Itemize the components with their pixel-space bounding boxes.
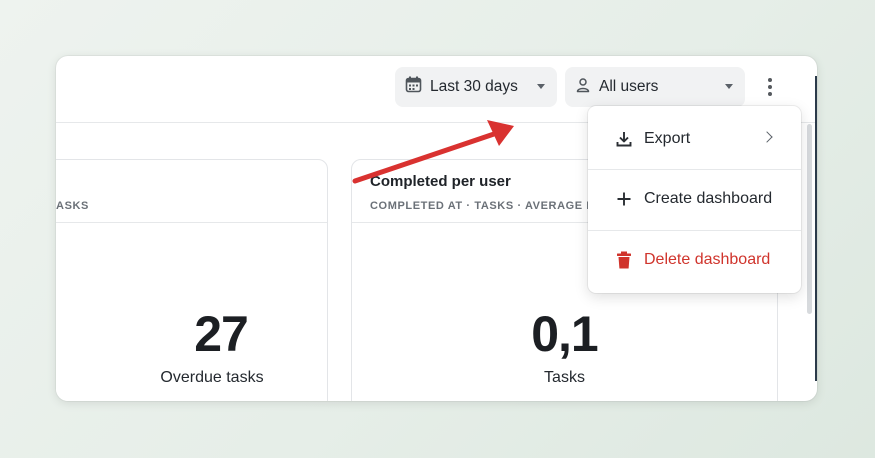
menu-item-label: Create dashboard: [644, 190, 773, 207]
card-subtitle: COMPLETED AT · TASKS · AVERAGE P: [370, 200, 595, 212]
user-icon: [575, 77, 591, 98]
vertical-scrollbar[interactable]: [807, 124, 812, 314]
overdue-tasks-card: ASKS 27 Overdue tasks: [56, 159, 328, 401]
user-filter[interactable]: All users: [565, 67, 745, 107]
calendar-icon: [405, 76, 422, 98]
chevron-down-icon: [725, 84, 733, 89]
metric-value: 27: [194, 306, 249, 362]
menu-item-label: Delete dashboard: [644, 251, 771, 268]
chevron-down-icon: [537, 84, 545, 89]
metric-caption: Overdue tasks: [160, 369, 264, 386]
date-range-filter[interactable]: Last 30 days: [395, 67, 557, 107]
card-title: Completed per user: [370, 173, 511, 190]
window-edge: [815, 76, 817, 381]
more-vertical-icon[interactable]: [756, 72, 784, 102]
date-range-label: Last 30 days: [430, 78, 518, 95]
menu-item-label: Export: [644, 130, 691, 147]
trash-icon: [614, 250, 634, 270]
card-subtitle: ASKS: [56, 200, 89, 212]
menu-item-create-dashboard[interactable]: Create dashboard: [588, 169, 801, 229]
card-header: ASKS: [56, 160, 327, 223]
download-icon: [614, 129, 634, 149]
plus-icon: [614, 189, 634, 209]
metric-value: 0,1: [531, 306, 599, 362]
metric-caption: Tasks: [544, 369, 585, 386]
chevron-right-icon: [761, 131, 773, 143]
user-filter-label: All users: [599, 78, 659, 95]
menu-item-delete-dashboard[interactable]: Delete dashboard: [588, 230, 801, 290]
menu-item-export[interactable]: Export: [588, 109, 801, 169]
dashboard-actions-menu: Export Create dashboard Delete dashboard: [588, 106, 801, 293]
